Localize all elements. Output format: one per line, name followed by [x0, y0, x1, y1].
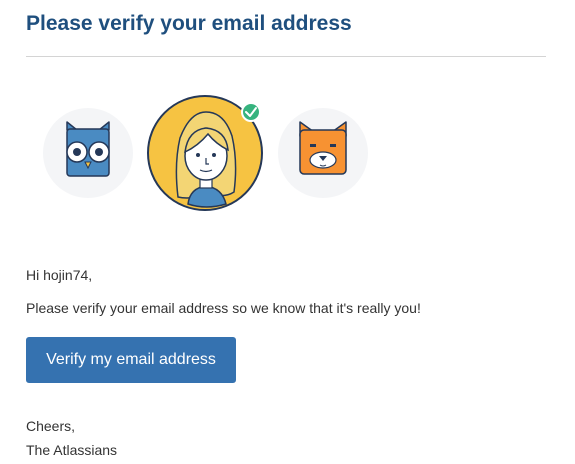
signature-text: The Atlassians — [26, 442, 118, 458]
verify-email-button[interactable]: Verify my email address — [26, 337, 236, 383]
verify-message: Please verify your email address so we k… — [26, 300, 421, 316]
avatar-row — [43, 95, 368, 211]
check-icon — [241, 102, 261, 122]
signoff-text: Cheers, — [26, 418, 76, 434]
greeting-text: Hi hojin74, — [26, 267, 93, 283]
email-title: Please verify your email address — [26, 12, 352, 35]
cat-icon — [278, 108, 368, 198]
owl-icon — [43, 108, 133, 198]
divider — [26, 56, 546, 57]
